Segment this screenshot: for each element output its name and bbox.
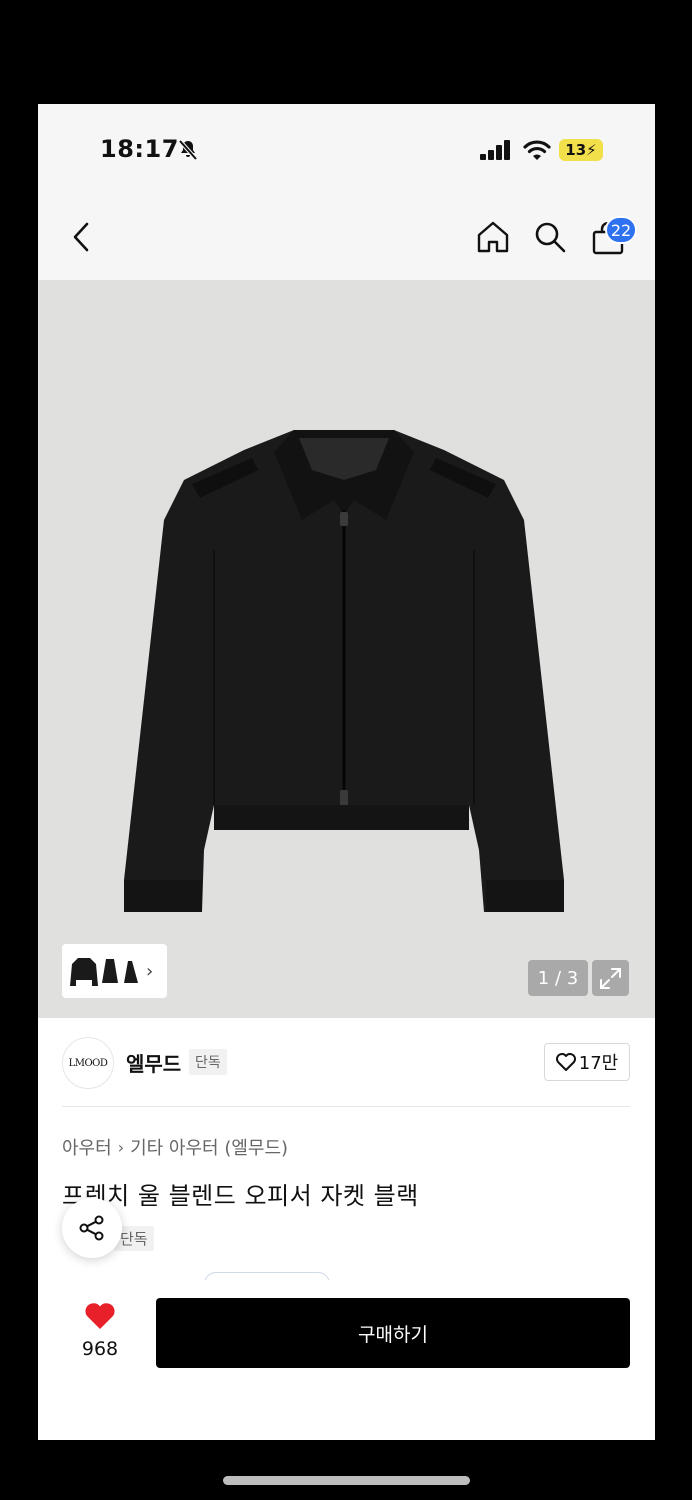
brand-like-button[interactable]: 17만 [544,1043,630,1081]
status-bar: 18:17 13 ⚡ [38,104,655,196]
bottom-action-bar: 968 구매하기 [38,1280,655,1440]
image-pager: 1 / 3 [528,960,588,996]
chevron-right-icon: › [117,1137,125,1157]
product-image-gallery[interactable]: › 1 / 3 [38,280,655,1018]
expand-button[interactable] [592,960,629,996]
home-indicator[interactable] [223,1476,470,1485]
brand-logo[interactable]: LMOOD [62,1037,114,1089]
divider [62,1106,630,1107]
thumbnail-front[interactable] [70,954,98,988]
breadcrumb-category[interactable]: 아우터 [62,1134,112,1160]
heart-outline-icon [555,1053,576,1071]
breadcrumb-subcategory[interactable]: 기타 아우터 (엘무드) [130,1134,288,1160]
buy-button[interactable]: 구매하기 [156,1298,630,1368]
chevron-right-icon[interactable]: › [146,961,153,982]
brand-like-count: 17만 [578,1053,619,1074]
share-icon [79,1215,104,1241]
charging-icon: ⚡ [586,141,597,159]
signal-icon [480,140,510,160]
expand-icon [600,968,621,989]
breadcrumb: 아우터 › 기타 아우터 (엘무드) [62,1134,288,1160]
thumbnail-back[interactable] [122,957,138,985]
share-button[interactable] [62,1198,122,1258]
battery-level: 13 [565,141,587,159]
battery-indicator: 13 ⚡ [559,139,603,161]
wifi-icon [523,140,551,160]
back-icon[interactable] [68,220,96,254]
brand-name[interactable]: 엘무드 [126,1048,181,1077]
exclusive-badge: 단독 [189,1049,227,1075]
app-screen: 18:17 13 ⚡ 22 › 1 / 3 LMOOD 엘무드 단독 17만 아… [38,104,655,1440]
top-nav-bar [38,196,655,280]
product-title: 프렌치 울 블렌드 오피서 자켓 블랙 [62,1182,419,1210]
bell-slash-icon [178,139,198,161]
search-icon[interactable] [533,220,567,254]
status-time: 18:17 [100,135,179,163]
product-jacket-image [124,430,564,912]
heart-filled-icon[interactable] [84,1302,116,1330]
home-icon[interactable] [476,220,510,254]
thumbnail-strip[interactable]: › [62,944,167,998]
cart-count-badge[interactable]: 22 [605,216,637,244]
wish-count: 968 [81,1338,119,1360]
thumbnail-side[interactable] [102,957,118,985]
